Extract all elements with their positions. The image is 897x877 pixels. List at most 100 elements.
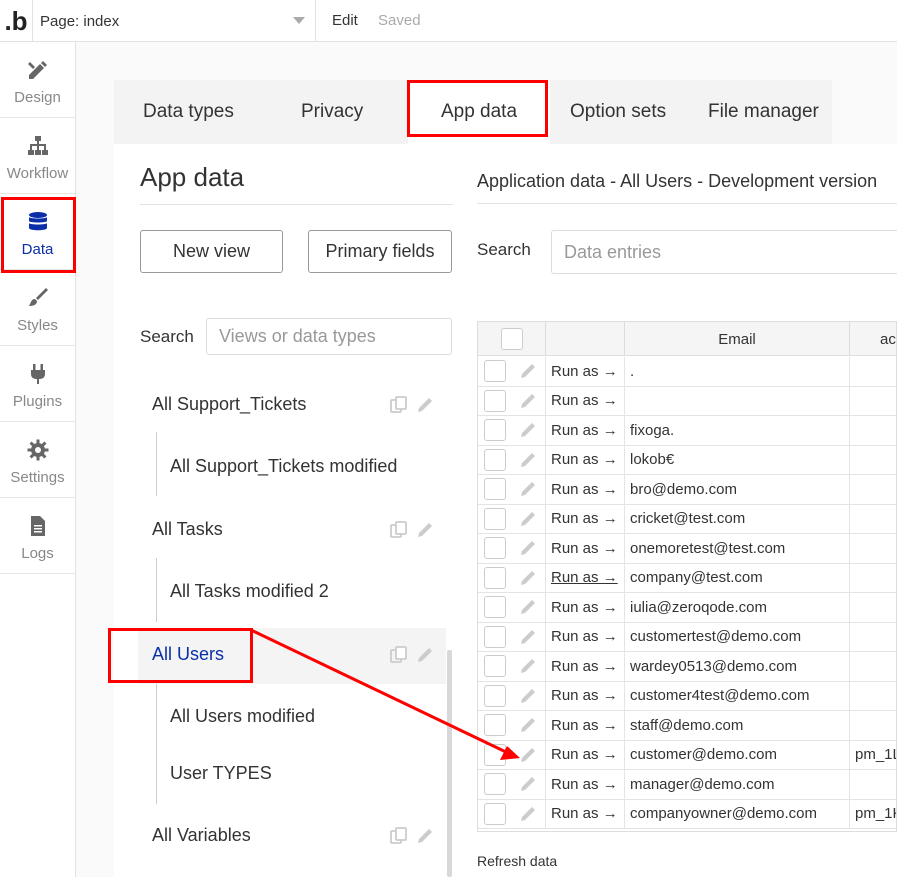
pencil-icon[interactable] xyxy=(518,656,538,676)
pencil-icon[interactable] xyxy=(518,774,538,794)
row-checkbox[interactable] xyxy=(484,596,506,619)
run-as-link[interactable]: Run as → xyxy=(546,416,625,445)
pencil-icon[interactable] xyxy=(518,597,538,617)
sidebar-item-styles[interactable]: Styles xyxy=(0,270,75,346)
sidebar-item-logs[interactable]: Logs xyxy=(0,498,75,574)
run-as-link[interactable]: Run as → xyxy=(546,799,625,828)
run-as-link[interactable]: Run as → xyxy=(546,357,625,386)
sidebar-item-workflow[interactable]: Workflow xyxy=(0,118,75,194)
pencil-icon[interactable] xyxy=(518,804,538,824)
copy-icon[interactable] xyxy=(389,645,409,665)
design-icon xyxy=(26,58,50,82)
row-checkbox[interactable] xyxy=(484,448,506,471)
views-scrollbar[interactable] xyxy=(447,650,452,877)
save-status: Saved xyxy=(378,12,421,29)
row-checkbox[interactable] xyxy=(484,360,506,383)
run-as-link[interactable]: Run as → xyxy=(546,475,625,504)
header-email[interactable]: Email xyxy=(625,322,850,356)
row-checkbox[interactable] xyxy=(484,478,506,501)
tab-option-sets[interactable]: Option sets xyxy=(570,80,666,144)
pencil-icon[interactable] xyxy=(415,395,435,415)
table-row: Run as → xyxy=(478,386,896,416)
sidebar-item-label: Design xyxy=(14,89,61,106)
run-as-link[interactable]: Run as → xyxy=(546,740,625,769)
pencil-icon[interactable] xyxy=(518,568,538,588)
primary-fields-button[interactable]: Primary fields xyxy=(308,230,452,273)
row-checkbox[interactable] xyxy=(484,773,506,796)
pencil-icon[interactable] xyxy=(518,745,538,765)
extra-cell xyxy=(850,446,896,475)
page-selector[interactable]: Page: index xyxy=(32,0,316,42)
row-checkbox[interactable] xyxy=(484,802,506,825)
row-checkbox[interactable] xyxy=(484,419,506,442)
row-checkbox[interactable] xyxy=(484,743,506,766)
row-checkbox[interactable] xyxy=(484,507,506,530)
copy-icon[interactable] xyxy=(389,826,409,846)
sidebar-item-settings[interactable]: Settings xyxy=(0,422,75,498)
copy-icon[interactable] xyxy=(389,520,409,540)
run-as-link[interactable]: Run as → xyxy=(546,445,625,474)
sidebar-item-design[interactable]: Design xyxy=(0,42,75,118)
view-subitem[interactable]: All Tasks modified 2 xyxy=(170,581,329,602)
row-checkbox[interactable] xyxy=(484,566,506,589)
tab-data-types[interactable]: Data types xyxy=(143,80,234,144)
pencil-icon[interactable] xyxy=(518,420,538,440)
new-view-button[interactable]: New view xyxy=(140,230,283,273)
view-item-all-tasks[interactable]: All Tasks xyxy=(152,519,223,540)
row-checkbox[interactable] xyxy=(484,625,506,648)
row-checkbox[interactable] xyxy=(484,389,506,412)
tab-privacy[interactable]: Privacy xyxy=(301,80,363,144)
table-row: Run as → customer@demo.com pm_1L xyxy=(478,740,896,770)
pencil-icon[interactable] xyxy=(415,826,435,846)
pencil-icon[interactable] xyxy=(518,715,538,735)
run-as-link[interactable]: Run as → xyxy=(546,563,625,592)
run-as-link[interactable]: Run as → xyxy=(546,622,625,651)
edit-menu[interactable]: Edit xyxy=(332,12,358,29)
run-as-link[interactable]: Run as → xyxy=(546,770,625,799)
pencil-icon[interactable] xyxy=(518,627,538,647)
table-row: Run as → iulia@zeroqode.com xyxy=(478,593,896,623)
email-cell: staff@demo.com xyxy=(625,711,850,740)
row-actions-cell xyxy=(478,711,546,740)
pencil-icon[interactable] xyxy=(518,479,538,499)
view-subitem[interactable]: All Support_Tickets modified xyxy=(170,456,397,477)
bubble-logo[interactable]: .b xyxy=(0,0,32,42)
pencil-icon[interactable] xyxy=(415,520,435,540)
pencil-icon[interactable] xyxy=(518,391,538,411)
page-selector-label: Page: index xyxy=(40,12,120,30)
run-as-link[interactable]: Run as → xyxy=(546,504,625,533)
row-checkbox[interactable] xyxy=(484,714,506,737)
refresh-data-link[interactable]: Refresh data xyxy=(477,853,557,869)
select-all-checkbox[interactable] xyxy=(500,328,523,350)
view-item-all-support-tickets[interactable]: All Support_Tickets xyxy=(152,394,306,415)
tab-file-manager[interactable]: File manager xyxy=(708,80,819,144)
pencil-icon[interactable] xyxy=(518,509,538,529)
run-as-link[interactable]: Run as → xyxy=(546,652,625,681)
pencil-icon[interactable] xyxy=(518,450,538,470)
view-subitem[interactable]: All Users modified xyxy=(170,706,315,727)
pencil-icon[interactable] xyxy=(518,686,538,706)
run-as-link[interactable]: Run as → xyxy=(546,711,625,740)
pencil-icon[interactable] xyxy=(518,538,538,558)
pencil-icon[interactable] xyxy=(518,361,538,381)
extra-cell xyxy=(850,564,896,593)
run-as-link[interactable]: Run as → xyxy=(546,593,625,622)
header-extra[interactable]: act xyxy=(850,322,896,356)
sidebar-item-plugins[interactable]: Plugins xyxy=(0,346,75,422)
views-search-input[interactable]: Views or data types xyxy=(206,318,452,355)
row-actions-cell xyxy=(478,475,546,504)
row-checkbox[interactable] xyxy=(484,684,506,707)
row-checkbox[interactable] xyxy=(484,655,506,678)
row-actions-cell xyxy=(478,563,546,592)
pencil-icon[interactable] xyxy=(415,645,435,665)
copy-icon[interactable] xyxy=(389,395,409,415)
header-run-as xyxy=(546,322,625,356)
run-as-link[interactable]: Run as → xyxy=(546,534,625,563)
email-cell: manager@demo.com xyxy=(625,770,850,799)
run-as-link[interactable]: Run as → xyxy=(546,681,625,710)
view-subitem[interactable]: User TYPES xyxy=(170,763,272,784)
view-item-all-variables[interactable]: All Variables xyxy=(152,825,251,846)
row-checkbox[interactable] xyxy=(484,537,506,560)
entries-search-input[interactable]: Data entries xyxy=(551,230,897,274)
run-as-link[interactable]: Run as → xyxy=(546,386,625,415)
